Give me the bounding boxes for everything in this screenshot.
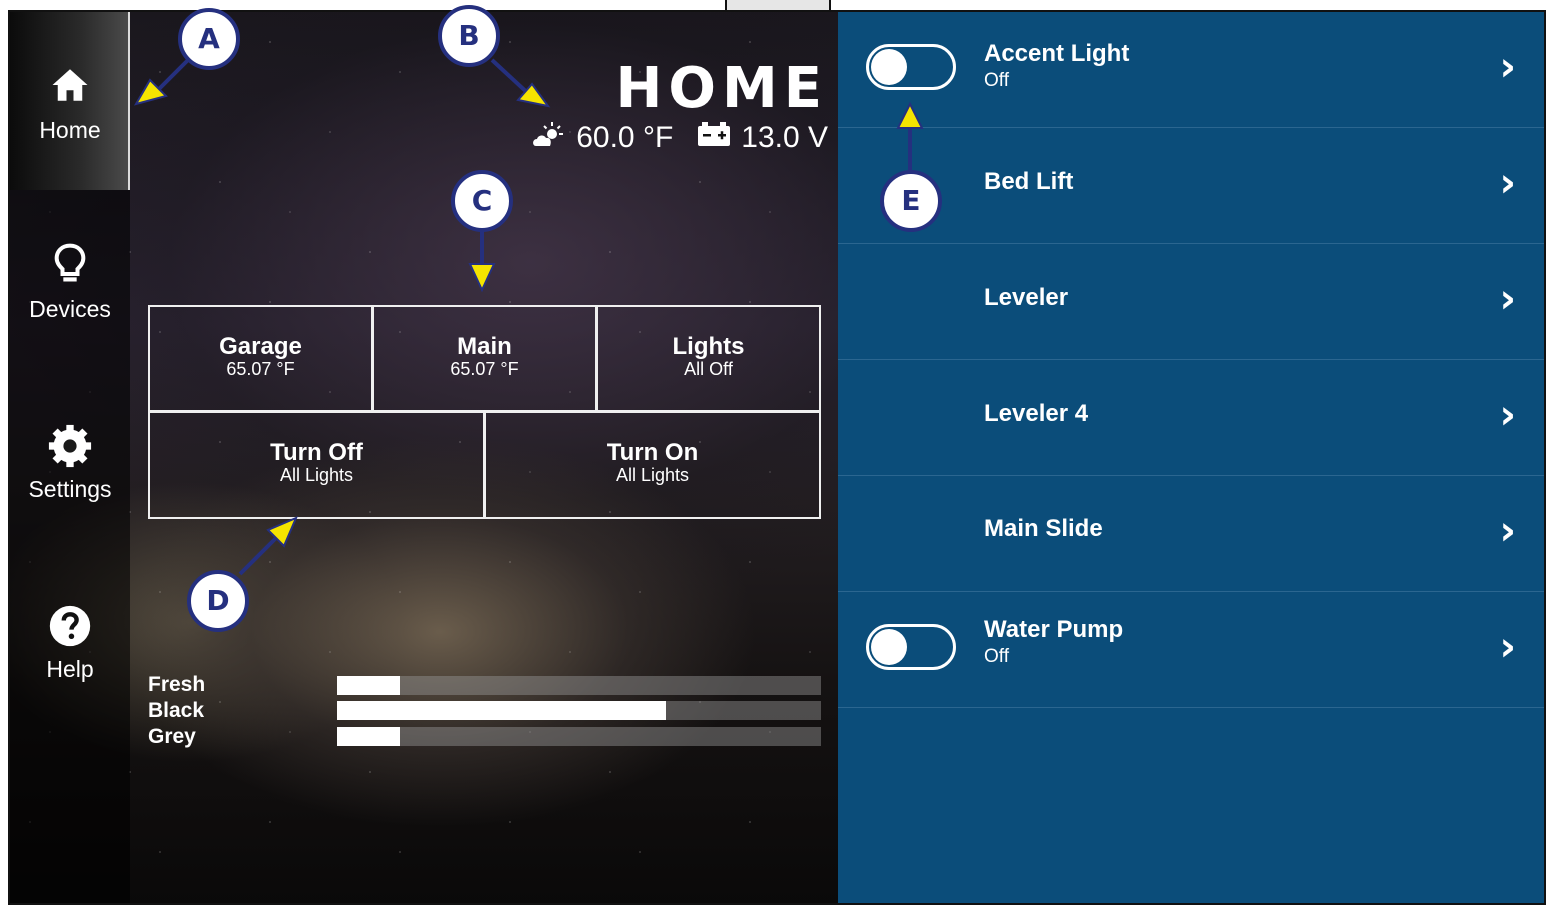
callout-d: D: [187, 570, 249, 632]
callout-b: B: [438, 5, 500, 67]
callout-a: A: [178, 8, 240, 70]
callout-c: C: [451, 170, 513, 232]
callout-arrows: [133, 56, 924, 576]
callout-e: E: [880, 170, 942, 232]
